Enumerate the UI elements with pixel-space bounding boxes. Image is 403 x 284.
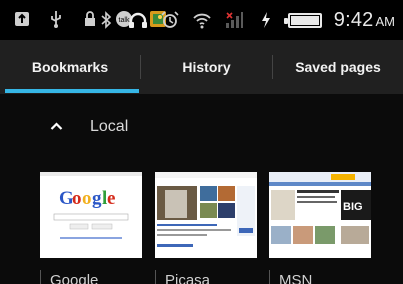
status-bar: talk 9:42 AM [0,0,403,40]
svg-text:g: g [92,188,102,209]
clock-ampm: AM [375,13,396,29]
svg-text:o: o [82,188,92,209]
charging-icon [256,10,276,30]
label-divider [155,270,156,284]
bluetooth-icon [96,10,116,30]
bookmark-label-msn: MSN [279,272,313,284]
chevron-up-icon[interactable] [50,120,63,133]
bookmark-thumbnail-picasa[interactable] [155,172,257,258]
usb-debug-icon [46,9,66,29]
clock: 9:42 AM [334,9,395,32]
bookmark-label-google: Google [50,272,99,284]
battery-icon [283,12,322,28]
bookmark-thumbnail-msn[interactable]: BIG [269,172,371,258]
tab-saved-pages[interactable]: Saved pages [273,40,403,94]
usb-icon [12,9,32,29]
status-right-icons: 9:42 AM [96,8,395,32]
bookmark-thumbnail-google[interactable]: G o o g l e [40,172,142,258]
signal-icon [224,10,244,30]
wifi-icon [192,10,212,30]
alarm-icon [160,10,180,30]
selected-tab-indicator [5,89,139,93]
tab-bar: Bookmarks History Saved pages [0,40,403,94]
bookmark-label-picasa: Picasa [165,272,211,284]
clock-time: 9:42 [333,8,374,31]
label-divider [269,270,270,284]
svg-text:e: e [107,188,115,209]
tab-bookmarks[interactable]: Bookmarks [0,40,140,94]
label-divider [40,270,41,284]
section-label: Local [90,118,129,135]
headphones-icon [128,10,148,30]
svg-text:BIG: BIG [343,201,363,213]
tab-history[interactable]: History [141,40,272,94]
svg-text:o: o [72,188,82,209]
